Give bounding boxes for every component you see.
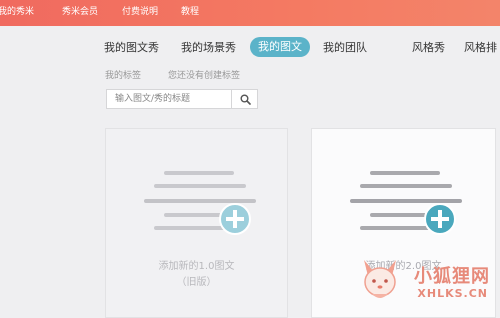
search-box	[106, 89, 258, 109]
top-nav-my-xiumi[interactable]: 我的秀米	[0, 6, 34, 18]
tags-empty-text: 您还没有创建标签	[168, 71, 241, 81]
top-nav-membership[interactable]: 秀米会员	[62, 6, 98, 18]
card-title: 添加新的1.0图文	[158, 261, 235, 272]
top-nav-tutorial[interactable]: 教程	[181, 6, 199, 18]
watermark-url: XHLKS.CN	[417, 287, 488, 300]
plus-circle-icon[interactable]	[219, 203, 251, 235]
card-subtitle: （旧版）	[176, 277, 217, 288]
plus-circle-icon[interactable]	[424, 203, 456, 235]
tab-my-graphic-show[interactable]: 我的图文秀	[104, 41, 159, 55]
search-input[interactable]	[107, 90, 232, 108]
tab-my-team[interactable]: 我的团队	[323, 41, 367, 55]
tab-style-layout[interactable]: 风格排	[464, 41, 497, 55]
fox-logo-icon	[364, 260, 396, 298]
top-bar: 我的秀米 秀米会员 付费说明 教程	[0, 0, 500, 26]
tab-style-show[interactable]: 风格秀	[412, 41, 445, 55]
watermark-text: 小狐狸网	[414, 266, 490, 287]
tags-label: 我的标签	[105, 71, 142, 81]
tab-my-scene-show[interactable]: 我的场景秀	[181, 41, 236, 55]
tab-my-graphics[interactable]: 我的图文	[250, 37, 310, 57]
add-graphic-v1-card[interactable]: 添加新的1.0图文 （旧版）	[105, 128, 288, 318]
search-icon	[240, 94, 251, 105]
content-tabs: 我的图文秀 我的场景秀 我的图文 我的团队 风格秀 风格排	[0, 37, 500, 61]
search-button[interactable]	[231, 90, 257, 108]
top-nav-pricing[interactable]: 付费说明	[122, 6, 158, 18]
